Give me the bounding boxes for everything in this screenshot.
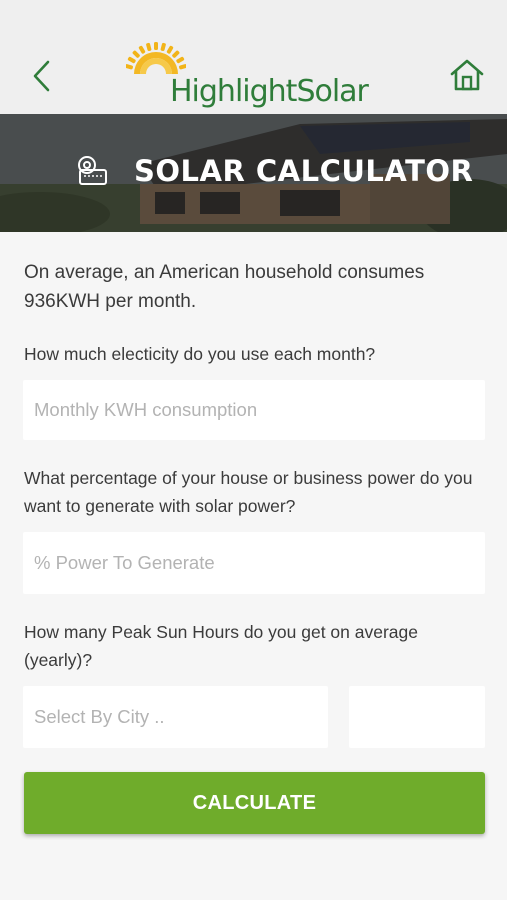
city-select[interactable]: Select By City .. — [23, 686, 328, 748]
question-solar-percentage: What percentage of your house or busines… — [24, 468, 473, 516]
calculate-button-label: CALCULATE — [192, 791, 317, 814]
peak-sun-hours-input[interactable] — [349, 686, 485, 748]
home-icon — [450, 59, 484, 91]
power-percentage-input[interactable]: % Power To Generate — [23, 532, 485, 594]
calculator-roll-icon — [78, 156, 107, 185]
calculate-button[interactable]: CALCULATE — [24, 772, 485, 834]
monthly-kwh-placeholder: Monthly KWH consumption — [34, 399, 258, 420]
chevron-left-icon — [33, 60, 50, 92]
home-button[interactable] — [446, 54, 488, 96]
question-monthly-usage: How much electicity do you use each mont… — [24, 344, 376, 364]
question-peak-sun-hours: How many Peak Sun Hours do you get on av… — [24, 622, 418, 670]
monthly-kwh-input[interactable]: Monthly KWH consumption — [23, 380, 485, 440]
back-button[interactable] — [24, 56, 58, 96]
brand-name: HighlightSolar — [170, 74, 369, 109]
power-percentage-placeholder: % Power To Generate — [34, 552, 215, 573]
brand-logo: HighlightSolar — [126, 40, 386, 110]
city-select-placeholder: Select By City .. — [34, 706, 165, 727]
page-title: SOLAR CALCULATOR — [134, 154, 474, 188]
intro-text: On average, an American household consum… — [24, 262, 425, 312]
